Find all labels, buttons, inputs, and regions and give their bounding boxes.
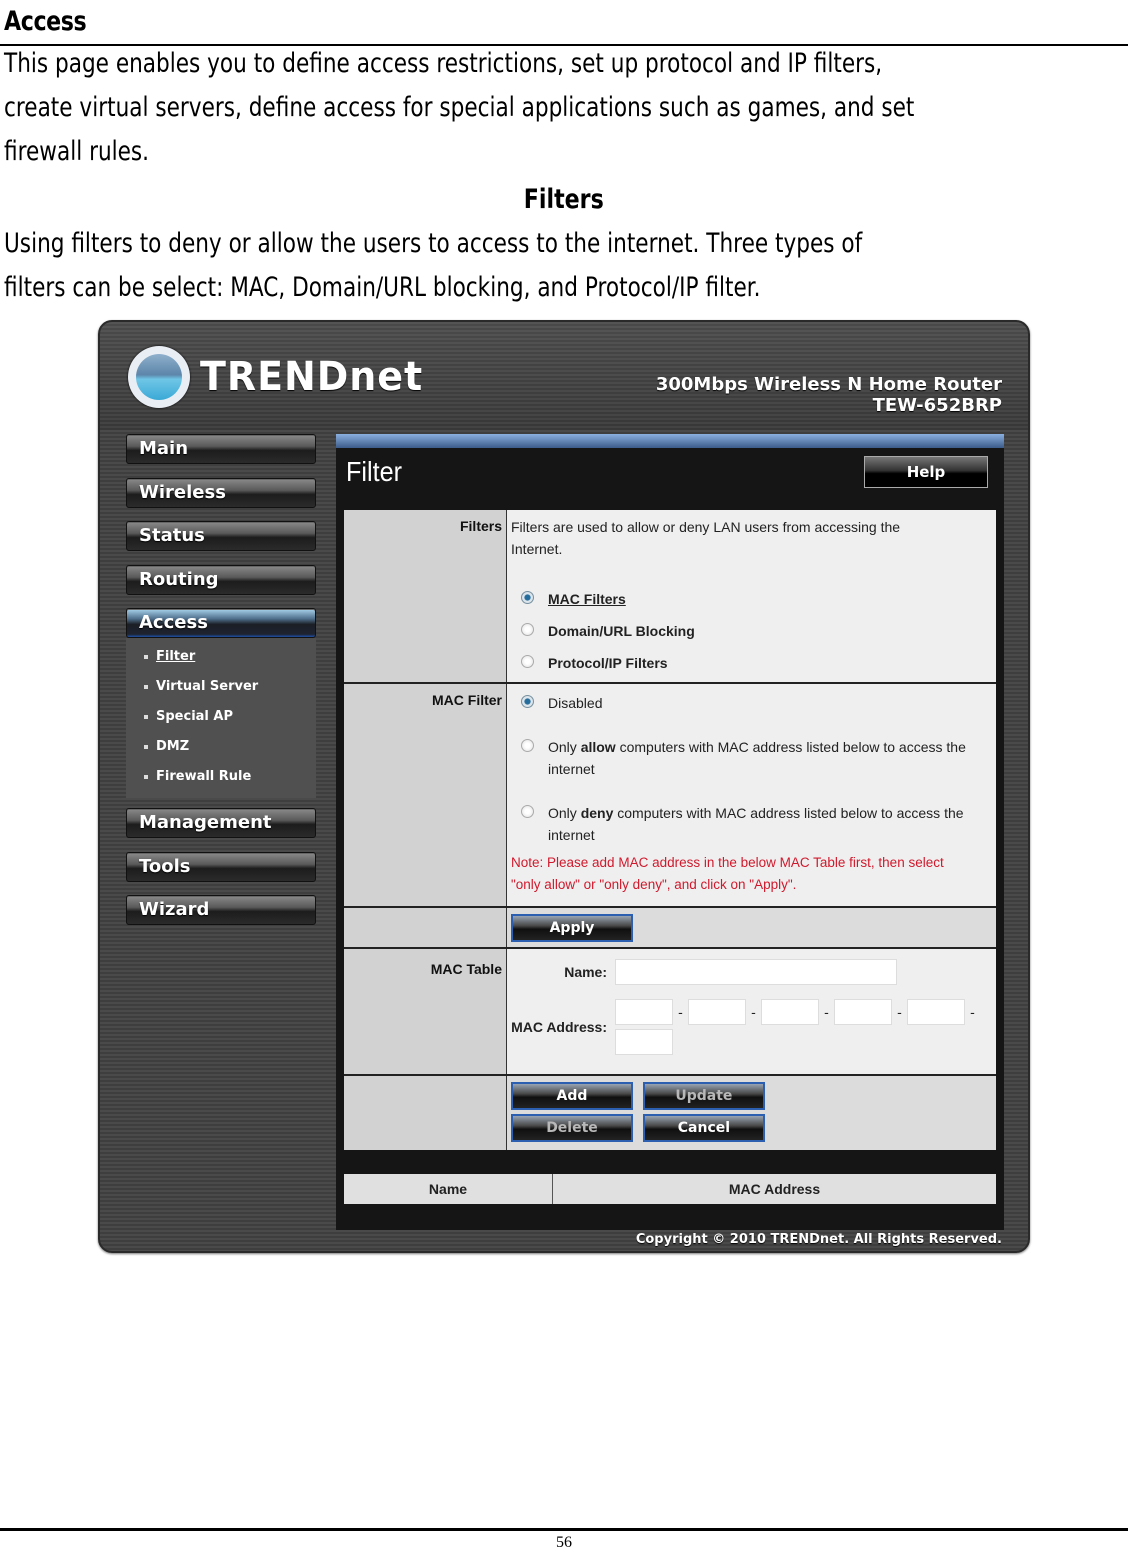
- mac-address-inputs: - - - - -: [615, 999, 985, 1055]
- mac-option-disabled[interactable]: Disabled: [511, 692, 992, 714]
- radio-mac-filters[interactable]: [521, 591, 534, 604]
- nav-status[interactable]: Status: [126, 521, 316, 551]
- mac-octet-6[interactable]: [615, 1029, 673, 1055]
- bullet-icon: [144, 744, 148, 749]
- mac-octet-1[interactable]: [615, 999, 673, 1025]
- access-subnav: Filter Virtual Server Special AP DMZ Fir…: [126, 638, 316, 798]
- radio-disabled[interactable]: [521, 695, 534, 708]
- copyright: Copyright © 2010 TRENDnet. All Rights Re…: [635, 1232, 1002, 1247]
- mac-octet-2[interactable]: [688, 999, 746, 1025]
- bullet-icon: [144, 654, 148, 659]
- bullet-icon: [144, 684, 148, 689]
- mac-option-deny[interactable]: Only deny computers with MAC address lis…: [511, 802, 992, 846]
- column-name: Name: [344, 1174, 553, 1204]
- intro-line-3: firewall rules.: [4, 136, 150, 167]
- radio-domain-url-blocking[interactable]: [521, 623, 534, 636]
- mac-table-row: MAC Table Name: MAC Address: - - - - -: [344, 949, 996, 1076]
- footer-rule: [0, 1528, 1128, 1531]
- cancel-button[interactable]: Cancel: [642, 1114, 765, 1142]
- update-button[interactable]: Update: [642, 1082, 765, 1110]
- subnav-special-ap[interactable]: Special AP: [126, 702, 316, 732]
- help-button[interactable]: Help: [864, 456, 988, 488]
- mac-table-label: MAC Table: [344, 949, 507, 1074]
- nav-management[interactable]: Management: [126, 808, 316, 838]
- column-mac-address: MAC Address: [728, 1181, 821, 1197]
- filters-row: Filters Filters are used to allow or den…: [344, 510, 996, 684]
- subnav-dmz[interactable]: DMZ: [126, 732, 316, 762]
- brand-name: TRENDnet: [200, 354, 424, 400]
- content-panel: Filter Help Filters Filters are used to …: [336, 434, 1004, 1230]
- product-model: TEW-652BRP: [872, 395, 1002, 416]
- nav-routing[interactable]: Routing: [126, 564, 316, 595]
- nav-wizard[interactable]: Wizard: [126, 895, 316, 925]
- page-title: Filter: [346, 456, 403, 487]
- nav-access[interactable]: Access: [126, 608, 316, 638]
- nav-main[interactable]: Main: [126, 434, 316, 464]
- trendnet-logo: TRENDnet: [128, 346, 435, 408]
- content-topbar: [336, 434, 1004, 448]
- subnav-virtual-server[interactable]: Virtual Server: [126, 672, 316, 702]
- name-field-label: Name:: [564, 964, 607, 980]
- bullet-icon: [144, 714, 148, 719]
- mac-list-table-header: Name MAC Address: [344, 1174, 996, 1204]
- subsection-line-1: Using filters to deny or allow the users…: [4, 228, 863, 259]
- radio-only-deny[interactable]: [521, 805, 534, 818]
- router-screenshot: TRENDnet 300Mbps Wireless N Home Router …: [98, 320, 1030, 1253]
- apply-button[interactable]: Apply: [511, 914, 633, 942]
- filter-form: Filters Filters are used to allow or den…: [344, 510, 996, 1150]
- radio-protocol-ip-filters[interactable]: [521, 655, 534, 668]
- subsection-line-2: filters can be select: MAC, Domain/URL b…: [4, 272, 761, 303]
- intro-line-1: This page enables you to define access r…: [4, 48, 883, 79]
- filter-option-protocol[interactable]: Protocol/IP Filters: [511, 652, 992, 674]
- nav-tools[interactable]: Tools: [126, 851, 316, 882]
- nav-wireless[interactable]: Wireless: [126, 477, 316, 508]
- add-button[interactable]: Add: [511, 1082, 633, 1110]
- radio-only-allow[interactable]: [521, 739, 534, 752]
- mac-octet-5[interactable]: [907, 999, 965, 1025]
- subsection-title: Filters: [523, 184, 605, 215]
- delete-button[interactable]: Delete: [511, 1114, 633, 1142]
- mac-filter-label: MAC Filter: [344, 684, 507, 906]
- filter-option-domain[interactable]: Domain/URL Blocking: [511, 620, 992, 642]
- title-rule: [0, 44, 1128, 46]
- product-name: 300Mbps Wireless N Home Router: [655, 374, 1002, 395]
- mac-filter-row: MAC Filter Disabled Only allow computers…: [344, 684, 996, 908]
- section-title: Access: [4, 6, 87, 37]
- action-buttons-row: Add Update Delete Cancel: [344, 1076, 996, 1150]
- sidebar-nav: Main Wireless Status Routing Access Filt…: [126, 434, 316, 939]
- name-input[interactable]: [615, 959, 897, 985]
- mac-address-label: MAC Address:: [511, 1019, 607, 1035]
- mac-filter-note: Note: Please add MAC address in the belo…: [511, 855, 944, 892]
- filters-label: Filters: [344, 510, 507, 682]
- filter-option-mac[interactable]: MAC Filters: [511, 588, 992, 610]
- mac-octet-3[interactable]: [761, 999, 819, 1025]
- product-info: 300Mbps Wireless N Home Router TEW-652BR…: [656, 374, 1002, 416]
- subnav-filter[interactable]: Filter: [126, 642, 316, 672]
- mac-option-allow[interactable]: Only allow computers with MAC address li…: [511, 736, 992, 780]
- mac-octet-4[interactable]: [834, 999, 892, 1025]
- intro-line-2: create virtual servers, define access fo…: [4, 92, 915, 123]
- bullet-icon: [144, 774, 148, 779]
- subnav-firewall-rule[interactable]: Firewall Rule: [126, 762, 316, 792]
- apply-row: Apply: [344, 908, 996, 949]
- router-header: TRENDnet 300Mbps Wireless N Home Router …: [100, 322, 1028, 430]
- filters-description: Filters are used to allow or deny LAN us…: [511, 519, 901, 557]
- page-number: 56: [556, 1534, 572, 1551]
- logo-globe-icon: [128, 346, 190, 408]
